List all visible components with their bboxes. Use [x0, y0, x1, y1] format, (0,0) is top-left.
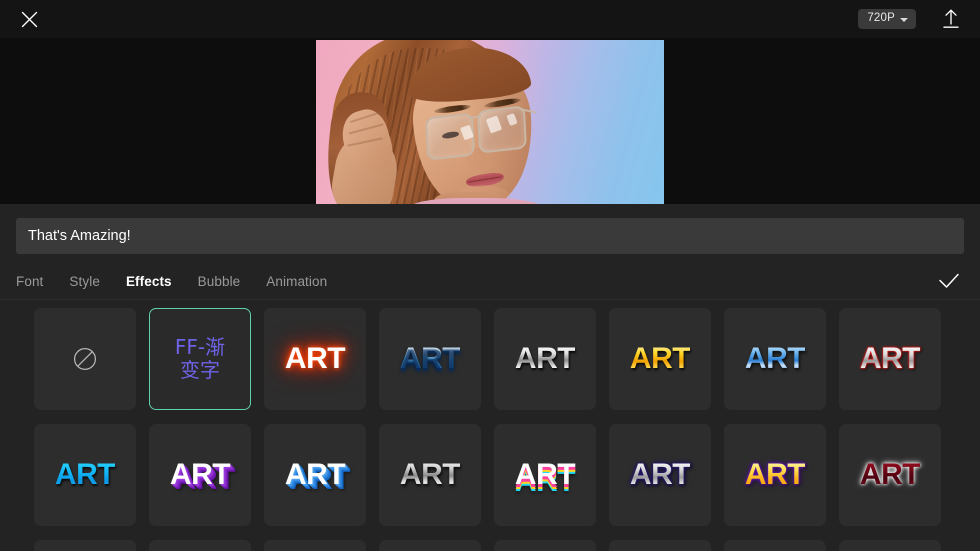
effect-tile-gray-metal[interactable]: ART	[379, 424, 481, 526]
close-x-icon	[21, 11, 37, 27]
panel-divider	[0, 299, 980, 300]
effects-grid: FF-渐 变字 ART ART ART ART ART ART ART ART ART ART ART A…	[34, 308, 946, 526]
effect-preview-text: ART	[399, 342, 461, 375]
effect-tile-cyan-gradient[interactable]: ART	[34, 424, 136, 526]
effect-tile-gold-metal[interactable]: ART	[609, 308, 711, 410]
checkmark-icon	[939, 273, 959, 288]
effect-preview-text: ART	[169, 458, 231, 491]
tab-bubble[interactable]: Bubble	[198, 274, 241, 289]
effect-tile-none[interactable]	[34, 308, 136, 410]
effect-preview-text: ART	[284, 342, 346, 375]
effect-tile-blue-shine[interactable]: ART	[724, 308, 826, 410]
export-button[interactable]	[938, 6, 964, 32]
effect-preview-text: ART	[744, 458, 806, 491]
text-input-row	[16, 218, 964, 254]
effect-tile-blue-3d[interactable]: ART	[379, 308, 481, 410]
effect-tile-rainbow-stripe[interactable]: ART	[494, 424, 596, 526]
editor-tab-bar: Font Style Effects Bubble Animation	[0, 264, 980, 298]
effect-preview-text: ART	[54, 458, 116, 491]
effect-tile-partial[interactable]	[149, 540, 251, 551]
tab-effects[interactable]: Effects	[126, 274, 172, 289]
effects-grid-next-row	[34, 540, 946, 551]
effect-preview-text: ART	[284, 458, 346, 491]
effect-tile-partial[interactable]	[264, 540, 366, 551]
glasses-lens-right	[477, 105, 527, 154]
top-bar-actions: 720P	[858, 0, 964, 38]
tab-font[interactable]: Font	[16, 274, 43, 289]
quality-selector[interactable]: 720P	[858, 9, 916, 29]
text-input[interactable]	[16, 218, 964, 254]
effect-tile-blue-offset-3d[interactable]: ART	[264, 424, 366, 526]
editor-tabs: Font Style Effects Bubble Animation	[16, 274, 327, 289]
effect-tile-partial[interactable]	[839, 540, 941, 551]
tab-animation[interactable]: Animation	[266, 274, 327, 289]
effect-preview-text: ART	[399, 458, 461, 491]
text-effects-editor-screen: 720P That's Amazing! Font Style Effects …	[0, 0, 980, 551]
effect-tile-silver-emboss[interactable]: ART	[494, 308, 596, 410]
text-editor-panel: Font Style Effects Bubble Animation FF-渐…	[0, 204, 980, 551]
effect-tile-ff-gradient-text[interactable]: FF-渐 变字	[149, 308, 251, 410]
effect-tile-partial[interactable]	[609, 540, 711, 551]
effect-tile-navy-outline-silver[interactable]: ART	[609, 424, 711, 526]
effect-tile-partial[interactable]	[379, 540, 481, 551]
effect-tile-partial[interactable]	[34, 540, 136, 551]
upload-arrow-icon	[943, 9, 959, 28]
effect-tile-yellow-purple-outline[interactable]: ART	[724, 424, 826, 526]
effect-tile-maroon-white-outline[interactable]: ART	[839, 424, 941, 526]
effect-label: FF-渐 变字	[174, 335, 226, 382]
effect-tile-partial[interactable]	[494, 540, 596, 551]
effect-tile-partial[interactable]	[724, 540, 826, 551]
no-effect-icon	[73, 347, 97, 371]
close-button[interactable]	[16, 6, 42, 32]
effect-preview-text: ART	[859, 458, 921, 491]
video-preview-area[interactable]	[0, 38, 980, 204]
confirm-button[interactable]	[934, 266, 964, 296]
effect-preview-text: ART	[629, 342, 691, 375]
top-bar: 720P	[0, 0, 980, 38]
effect-preview-text: ART	[859, 342, 921, 375]
effect-preview-text: ART	[744, 342, 806, 375]
effect-tile-purple-3d-shadow[interactable]: ART	[149, 424, 251, 526]
tab-style[interactable]: Style	[69, 274, 100, 289]
effect-preview-text: ART	[514, 458, 576, 491]
quality-label: 720P	[867, 12, 895, 25]
effect-preview-text: ART	[514, 342, 576, 375]
chevron-down-icon	[900, 17, 908, 22]
effect-tile-silver-red-outline[interactable]: ART	[839, 308, 941, 410]
effect-tile-red-glow[interactable]: ART	[264, 308, 366, 410]
video-frame[interactable]	[316, 40, 664, 204]
effect-preview-text: ART	[629, 458, 691, 491]
